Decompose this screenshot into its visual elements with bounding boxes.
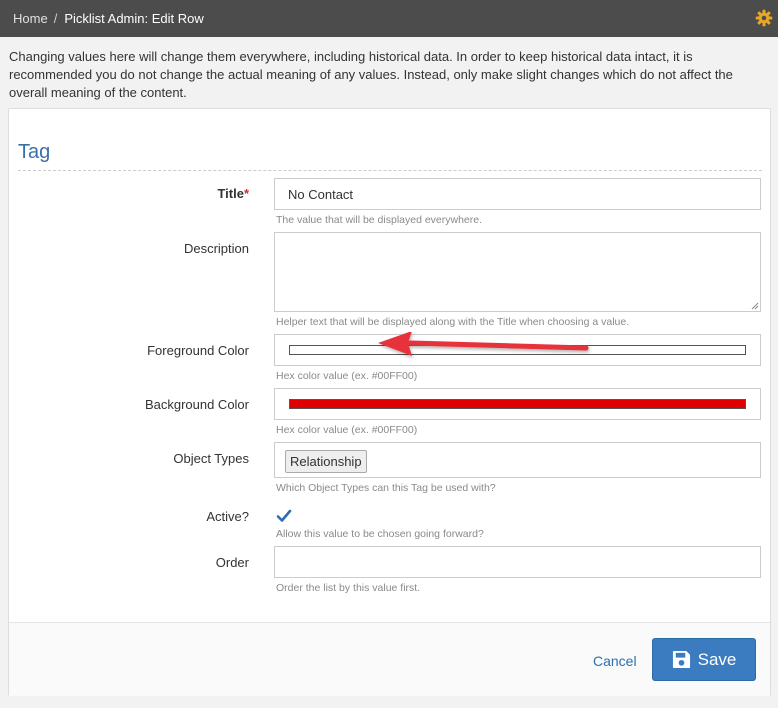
object-types-label: Object Types xyxy=(173,451,249,466)
annotation-arrow-icon xyxy=(378,332,589,356)
description-textarea[interactable] xyxy=(274,232,761,312)
order-label: Order xyxy=(215,555,249,570)
resize-handle-icon[interactable] xyxy=(750,301,759,310)
background-color-label: Background Color xyxy=(144,397,249,412)
floppy-disk-icon xyxy=(672,650,690,669)
form-footer: Cancel Save xyxy=(9,622,770,696)
edit-panel: Tag Title* No Contact The value that wil… xyxy=(8,108,771,696)
order-help: Order the list by this value first. xyxy=(276,582,421,594)
foreground-color-help: Hex color value (ex. #00FF00) xyxy=(276,370,418,382)
warning-notice: Changing values here will change them ev… xyxy=(9,49,733,100)
title-input[interactable]: No Contact xyxy=(274,178,761,210)
description-label: Description xyxy=(183,241,249,256)
title-label: Title* xyxy=(217,186,249,201)
breadcrumb-home[interactable]: Home xyxy=(13,11,48,26)
order-input[interactable] xyxy=(274,546,761,578)
breadcrumb-separator: / xyxy=(53,11,58,26)
required-marker: * xyxy=(243,186,249,201)
object-type-chip[interactable]: Relationship xyxy=(285,450,367,473)
object-types-help: Which Object Types can this Tag be used … xyxy=(276,482,496,494)
active-label: Active? xyxy=(206,509,249,524)
background-color-help: Hex color value (ex. #00FF00) xyxy=(276,424,418,436)
top-bar: Home / Picklist Admin: Edit Row xyxy=(0,0,778,37)
active-checkbox[interactable] xyxy=(276,508,292,524)
title-help: The value that will be displayed everywh… xyxy=(276,214,483,226)
foreground-color-label: Foreground Color xyxy=(147,343,249,358)
description-help: Helper text that will be displayed along… xyxy=(276,316,630,328)
section-title: Tag xyxy=(18,141,762,171)
save-button[interactable]: Save xyxy=(652,638,756,681)
background-color-input[interactable] xyxy=(274,388,761,420)
breadcrumb-current: Picklist Admin: Edit Row xyxy=(64,11,204,26)
gear-icon[interactable] xyxy=(755,9,773,27)
background-color-swatch xyxy=(289,399,746,409)
save-button-label: Save xyxy=(697,649,737,669)
title-input-value: No Contact xyxy=(288,187,354,202)
cancel-button[interactable]: Cancel xyxy=(593,653,637,669)
active-help: Allow this value to be chosen going forw… xyxy=(276,528,484,540)
object-types-input[interactable]: Relationship xyxy=(274,442,761,478)
